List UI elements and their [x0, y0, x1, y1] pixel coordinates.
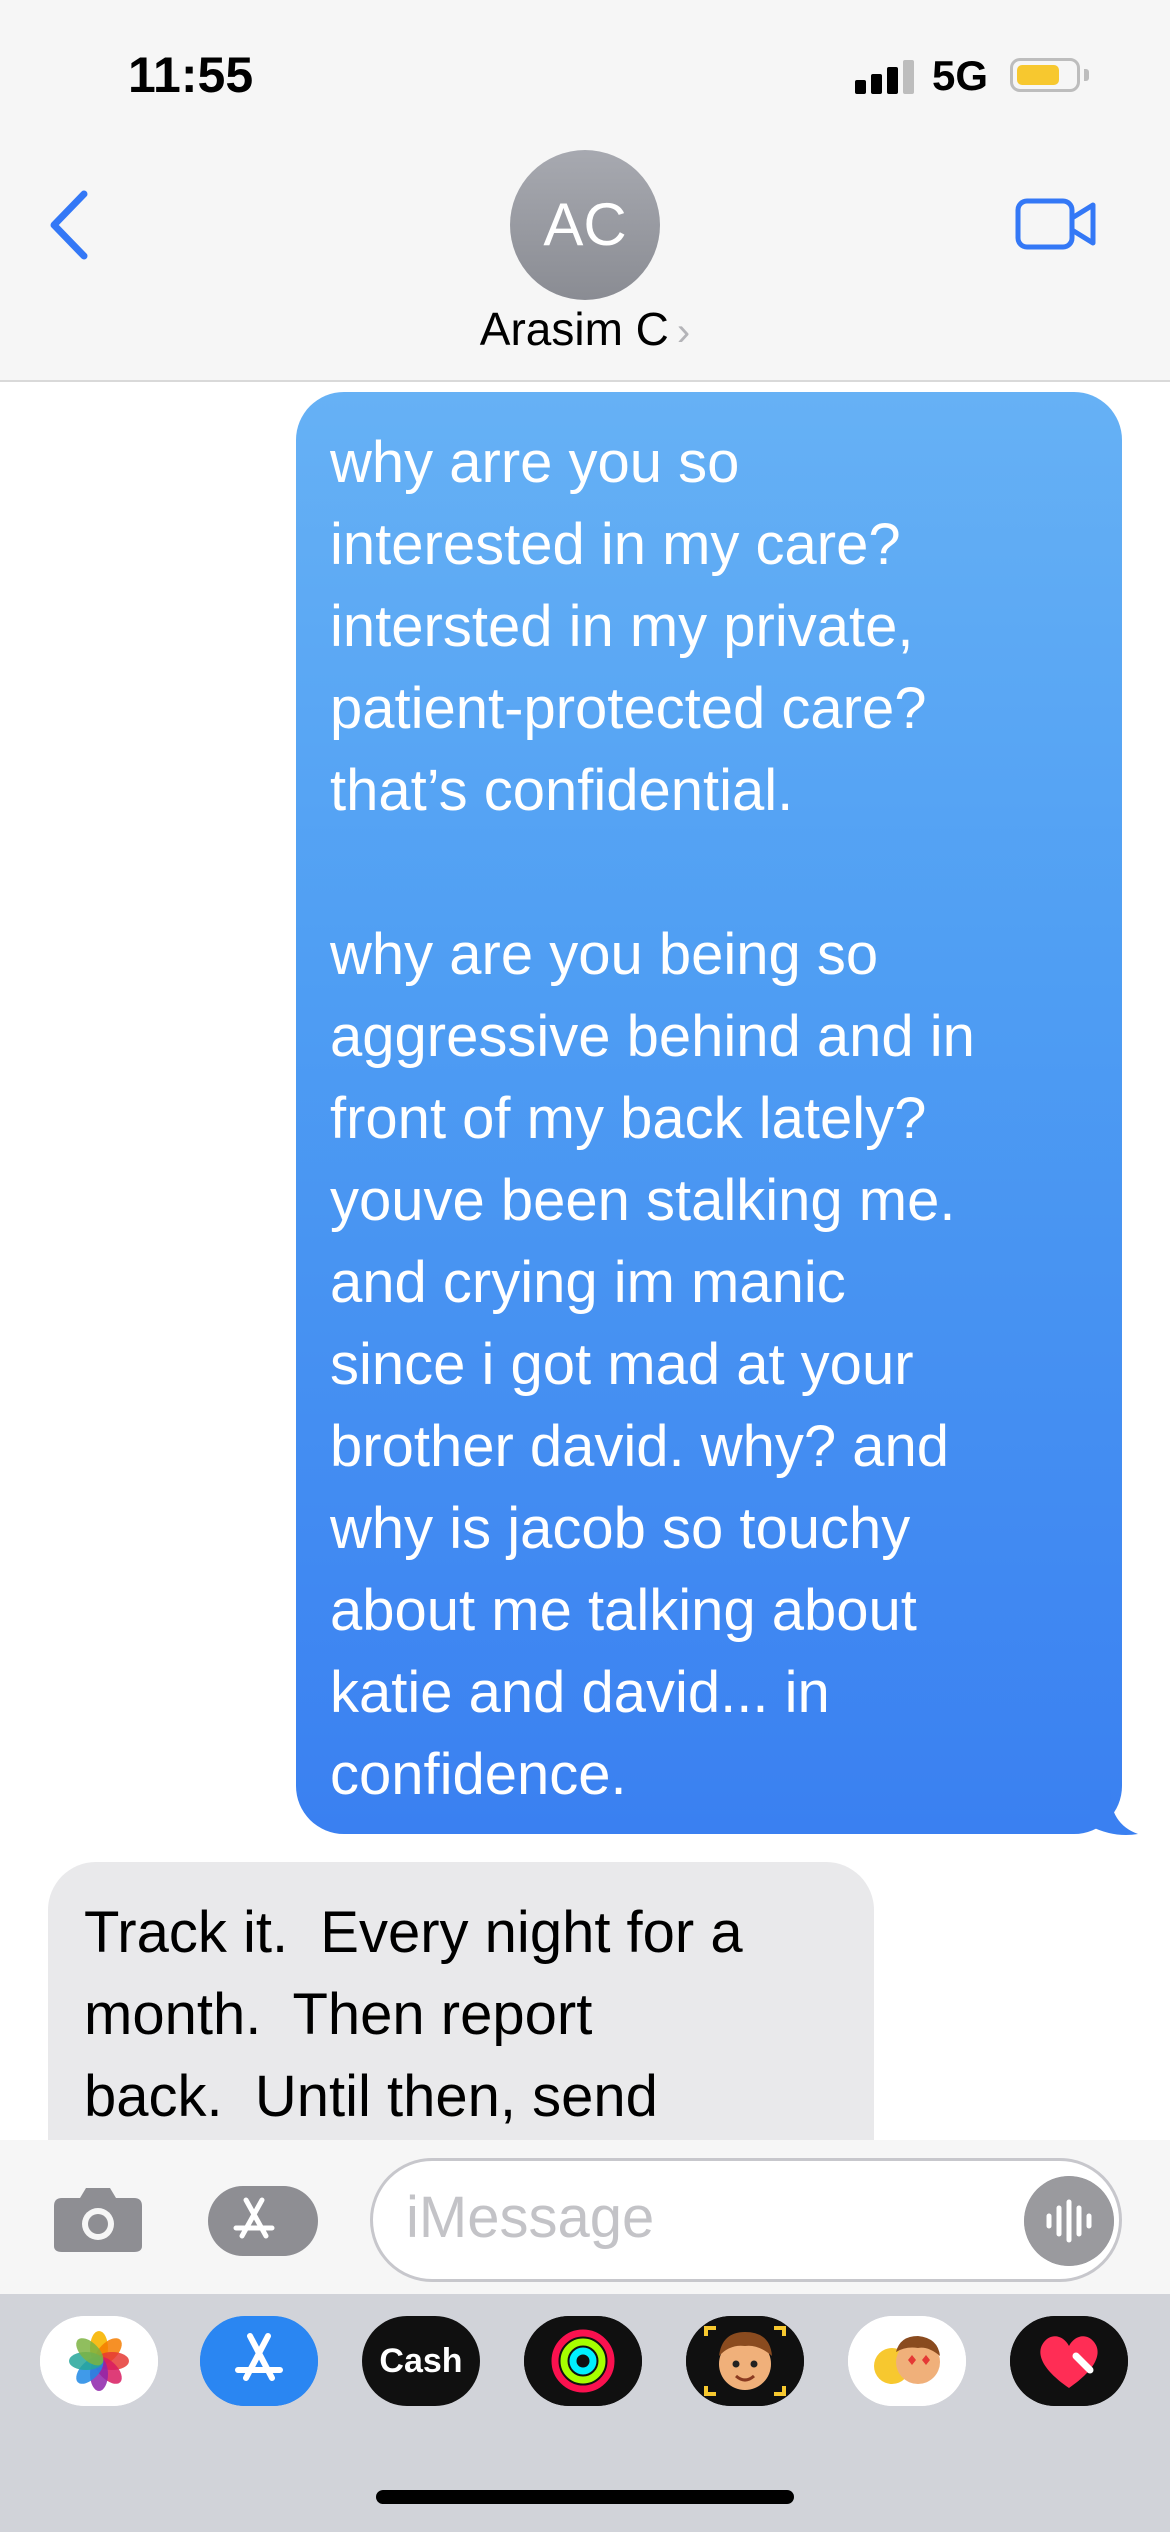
network-type: 5G [932, 52, 989, 99]
home-indicator[interactable] [376, 2490, 794, 2504]
battery-icon [1010, 58, 1080, 92]
camera-icon[interactable] [52, 2184, 144, 2254]
chevron-right-icon: › [676, 310, 691, 354]
chevron-left-icon[interactable] [46, 190, 92, 260]
contact-name: Arasim C [479, 303, 669, 355]
status-time: 11:55 [128, 47, 254, 103]
outgoing-message-bubble[interactable]: why arre you so interested in my care? i… [296, 392, 1122, 1834]
app-store-icon[interactable] [200, 2316, 318, 2406]
contact-name-button[interactable]: Arasim C › [0, 302, 1170, 356]
audio-waveform-icon[interactable] [1024, 2176, 1114, 2266]
memoji-stickers-icon[interactable] [848, 2316, 966, 2406]
bubble-tail [1090, 1790, 1138, 1835]
activity-rings-icon[interactable] [524, 2316, 642, 2406]
app-store-icon [233, 2197, 275, 2239]
video-camera-icon[interactable] [1015, 198, 1097, 250]
digital-touch-heart-icon[interactable] [1010, 2316, 1128, 2406]
cash-label: Cash [379, 2342, 463, 2380]
avatar[interactable]: AC [510, 150, 660, 300]
battery-tip [1084, 69, 1089, 81]
cellular-signal-icon [855, 58, 915, 94]
photos-icon[interactable] [40, 2316, 158, 2406]
message-input-placeholder: iMessage [406, 2185, 655, 2250]
memoji-icon[interactable] [686, 2316, 804, 2406]
apple-cash-icon[interactable]: Cash [362, 2316, 480, 2406]
